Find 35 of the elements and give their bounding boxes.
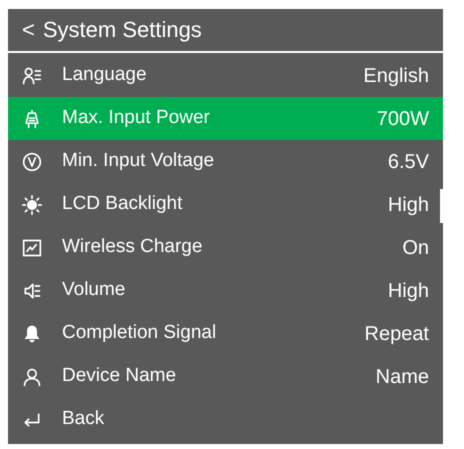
setting-label: Min. Input Voltage: [62, 149, 214, 174]
setting-label: LCD Backlight: [62, 192, 182, 216]
bell-icon: [22, 324, 42, 344]
settings-row[interactable]: Wireless Charge On: [8, 226, 443, 269]
setting-label: Wireless Charge: [62, 235, 202, 260]
back-button[interactable]: <: [22, 19, 35, 41]
person-list-icon: [22, 66, 42, 86]
setting-value: English: [363, 64, 429, 88]
setting-label: Language: [62, 63, 147, 88]
scrollbar-thumb[interactable]: [440, 189, 443, 223]
setting-value: Name: [376, 364, 429, 390]
settings-row[interactable]: Completion Signal Repeat: [8, 312, 443, 355]
sun-icon: [22, 194, 42, 214]
window-title: System Settings: [42, 19, 202, 41]
setting-value: High: [388, 192, 429, 218]
settings-row[interactable]: Device Name Name: [8, 355, 443, 398]
settings-row[interactable]: Back: [8, 398, 443, 441]
setting-label: Volume: [62, 278, 126, 302]
setting-value: Repeat: [364, 322, 429, 346]
setting-label: Device Name: [62, 364, 176, 388]
settings-row[interactable]: LCD Backlight High: [8, 183, 443, 226]
settings-row[interactable]: Min. Input Voltage 6.5V: [8, 140, 443, 183]
setting-value: 6.5V: [388, 150, 429, 174]
chart-square-icon: [22, 238, 42, 258]
setting-label: Completion Signal: [62, 321, 216, 346]
setting-label: Max. Input Power: [62, 106, 210, 130]
setting-value: 700W: [376, 106, 429, 132]
setting-label: Back: [62, 407, 104, 432]
voltage-icon: [22, 152, 42, 172]
settings-row[interactable]: Language English: [8, 54, 443, 97]
setting-value: On: [402, 236, 429, 260]
settings-row[interactable]: Volume High: [8, 269, 443, 312]
setting-value: High: [388, 278, 429, 304]
speaker-icon: [22, 280, 42, 300]
person-icon: [22, 366, 42, 386]
